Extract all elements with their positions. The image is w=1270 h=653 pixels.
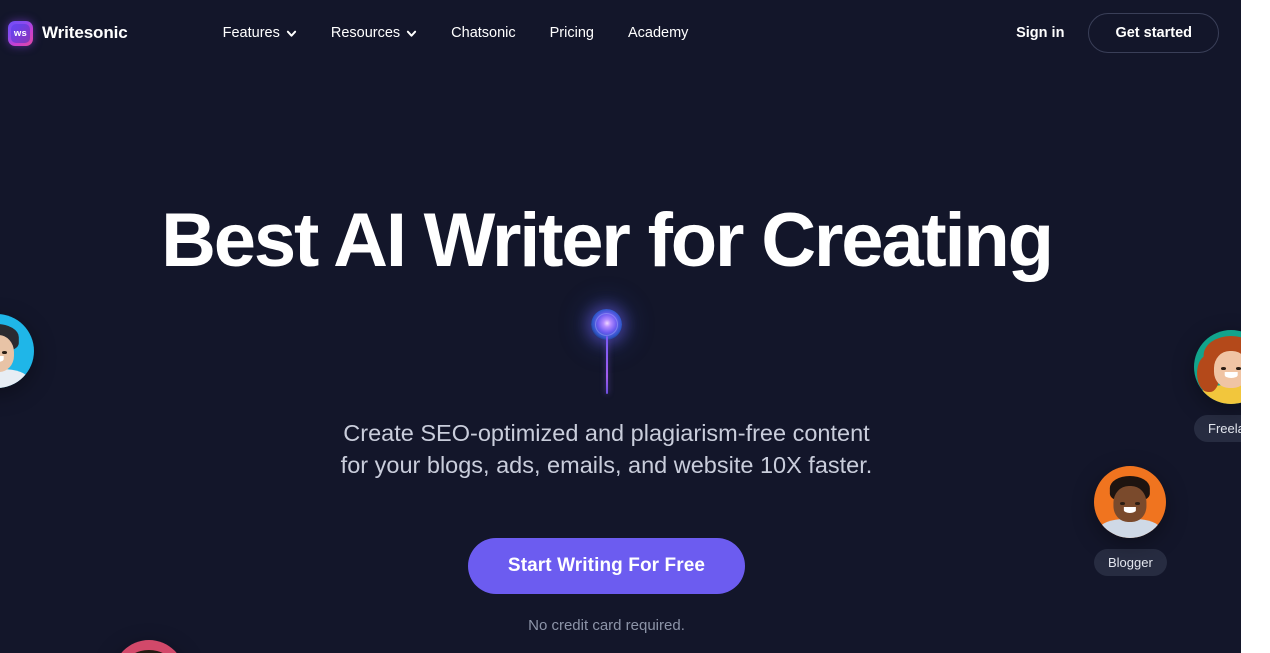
avatar [1094,466,1166,538]
persona-card-left-clipped[interactable]: r [0,314,34,426]
writesonic-logo-icon: ws [8,20,33,46]
chevron-down-icon [406,28,417,39]
persona-card-blogger[interactable]: Blogger [1094,466,1167,576]
cta-container: Start Writing For Free [0,538,1213,594]
avatar [1194,330,1241,404]
sign-in-link[interactable]: Sign in [1016,25,1064,41]
nav-item-features[interactable]: Features [206,17,314,49]
typing-caret-line [606,336,609,394]
nav-item-academy-label: Academy [627,25,689,41]
hero-subtitle-line-2: for your blogs, ads, emails, and website… [340,451,873,478]
top-navigation-bar: ws Writesonic Features Resources Chatson… [0,0,1241,66]
avatar-portrait [113,640,185,653]
get-started-button[interactable]: Get started [1088,13,1219,53]
nav-actions: Sign in Get started [1016,13,1219,53]
chevron-down-icon [286,28,297,39]
nav-item-chatsonic[interactable]: Chatsonic [434,17,532,49]
persona-card-bottom-clipped[interactable] [113,640,185,653]
persona-label-freelancer: Freelancer [1194,415,1241,442]
nav-item-chatsonic-label: Chatsonic [451,25,516,41]
page-title: Best AI Writer for Creating [161,198,1054,283]
brand-name: Writesonic [42,23,128,42]
brand-logo[interactable]: ws Writesonic [8,20,128,46]
nav-item-pricing[interactable]: Pricing [533,17,611,49]
hero-section: Best AI Writer for Creating Create SEO-o… [0,0,1241,653]
nav-links: Features Resources Chatsonic Pricing Aca… [206,17,706,49]
avatar [113,640,185,653]
hero-subtitle-line-1: Create SEO-optimized and plagiarism-free… [343,420,870,446]
nav-item-features-label: Features [222,25,280,41]
nav-item-resources-label: Resources [330,25,401,41]
avatar-portrait [1094,466,1166,538]
persona-card-freelancer[interactable]: Freelancer [1194,330,1241,442]
hero-subtitle: Create SEO-optimized and plagiarism-free… [0,418,1213,482]
nav-item-academy[interactable]: Academy [611,17,705,49]
ai-orb-cursor-icon [591,309,623,394]
page-root: ws Writesonic Features Resources Chatson… [0,0,1241,653]
no-credit-card-note: No credit card required. [528,617,685,634]
nav-item-resources[interactable]: Resources [314,17,434,49]
avatar-portrait [0,314,34,388]
avatar-portrait [1194,330,1241,404]
page-right-gutter [1241,0,1270,653]
start-writing-button[interactable]: Start Writing For Free [467,538,746,594]
nav-item-pricing-label: Pricing [549,25,594,41]
avatar [0,314,34,388]
logo-mark-text: ws [13,27,28,39]
persona-label-blogger: Blogger [1094,549,1167,576]
